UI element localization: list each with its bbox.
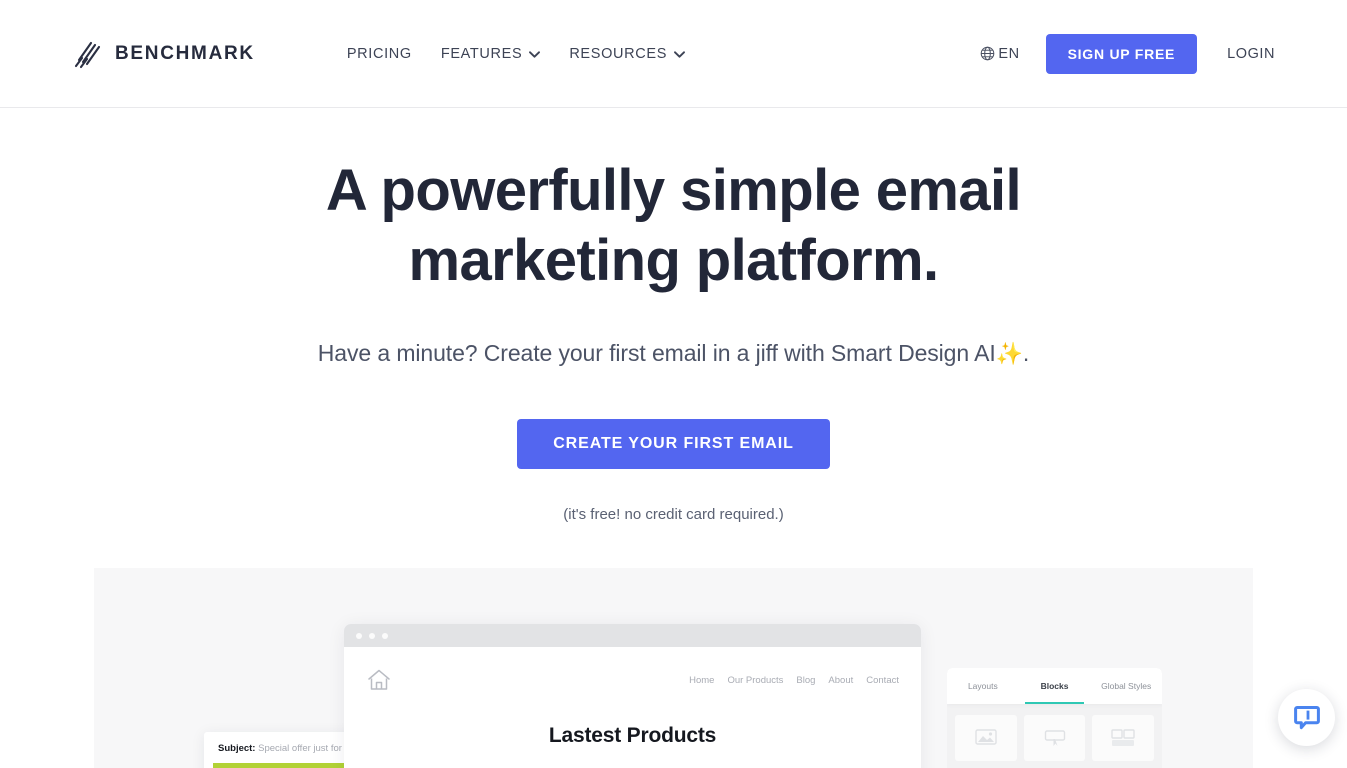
window-dot-close <box>356 632 362 639</box>
hero-section: A powerfully simple email marketing plat… <box>0 108 1347 523</box>
hero-subtitle-text: Have a minute? Create your first email i… <box>317 340 996 366</box>
nav-item-resources-label: RESOURCES <box>569 45 668 62</box>
editor-panel-tabs: Layouts Blocks Global Styles <box>947 668 1162 704</box>
globe-icon <box>980 46 995 61</box>
hero-cta-container: CREATE YOUR FIRST EMAIL <box>0 419 1347 469</box>
site-header: BENCHMARK PRICING FEATURES RESOURCES EN … <box>0 0 1347 108</box>
mock-nav-our-products: Our Products <box>727 674 784 686</box>
hero-title-line-2: marketing platform. <box>408 228 939 293</box>
block-card-button[interactable] <box>1023 715 1086 761</box>
brand-logo-link[interactable]: BENCHMARK <box>74 39 255 69</box>
mock-nav-home: Home <box>689 674 715 686</box>
language-label: EN <box>998 45 1020 62</box>
tab-blocks[interactable]: Blocks <box>1019 668 1091 704</box>
chevron-down-icon <box>674 51 685 58</box>
email-subject-label: Subject: <box>218 743 256 754</box>
sparkles-icon: ✨ <box>995 341 1023 366</box>
browser-title-bar <box>344 624 921 647</box>
tab-global-styles[interactable]: Global Styles <box>1090 668 1162 704</box>
grid-block-icon <box>1111 729 1135 747</box>
main-navigation: PRICING FEATURES RESOURCES <box>347 40 685 68</box>
benchmark-slashes-logo-icon <box>74 39 102 69</box>
language-selector[interactable]: EN <box>980 46 1019 62</box>
nav-item-resources[interactable]: RESOURCES <box>569 40 685 68</box>
window-dot-maximize <box>382 632 388 639</box>
mock-site-nav: Home Our Products Blog About Contact <box>366 667 899 693</box>
editor-block-list <box>947 704 1162 768</box>
chat-bubble-icon <box>1293 705 1320 731</box>
block-card-grid[interactable] <box>1092 715 1155 761</box>
hero-subtitle: Have a minute? Create your first email i… <box>0 340 1347 367</box>
mock-nav-about: About <box>828 674 854 686</box>
mock-page-heading: Lastest Products <box>548 724 717 747</box>
window-dot-minimize <box>369 632 375 639</box>
login-link[interactable]: LOGIN <box>1227 46 1275 62</box>
mock-nav-blog: Blog <box>796 674 816 686</box>
mock-site-nav-links: Home Our Products Blog About Contact <box>689 675 899 686</box>
hero-subtitle-period: . <box>1022 340 1030 366</box>
browser-window-mockup: Home Our Products Blog About Contact Las… <box>344 624 921 768</box>
block-card-image[interactable] <box>955 715 1017 761</box>
header-actions: EN SIGN UP FREE LOGIN <box>980 33 1275 74</box>
image-block-icon <box>975 729 997 747</box>
nav-item-features-label: FEATURES <box>440 45 523 62</box>
tab-layouts[interactable]: Layouts <box>947 668 1019 704</box>
browser-content: Home Our Products Blog About Contact Las… <box>344 647 921 748</box>
brand-name: BENCHMARK <box>115 42 255 64</box>
chevron-down-icon <box>529 51 541 58</box>
live-chat-button[interactable] <box>1278 689 1335 746</box>
nav-item-features[interactable]: FEATURES <box>440 40 541 68</box>
product-showcase: Subject: Special offer just for you. Hom… <box>94 568 1253 768</box>
page-title: A powerfully simple email marketing plat… <box>294 156 1054 296</box>
nav-item-pricing-label: PRICING <box>346 45 412 62</box>
editor-side-panel: Layouts Blocks Global Styles <box>947 668 1162 768</box>
hero-title-line-1: A powerfully simple email <box>325 158 1022 223</box>
create-first-email-button[interactable]: CREATE YOUR FIRST EMAIL <box>517 419 830 469</box>
nav-item-pricing[interactable]: PRICING <box>347 40 412 68</box>
signup-free-button[interactable]: SIGN UP FREE <box>1045 33 1198 74</box>
hero-note: (it's free! no credit card required.) <box>563 506 784 523</box>
home-icon <box>366 667 392 693</box>
mock-nav-contact: Contact <box>866 674 899 686</box>
button-block-icon <box>1044 729 1066 747</box>
